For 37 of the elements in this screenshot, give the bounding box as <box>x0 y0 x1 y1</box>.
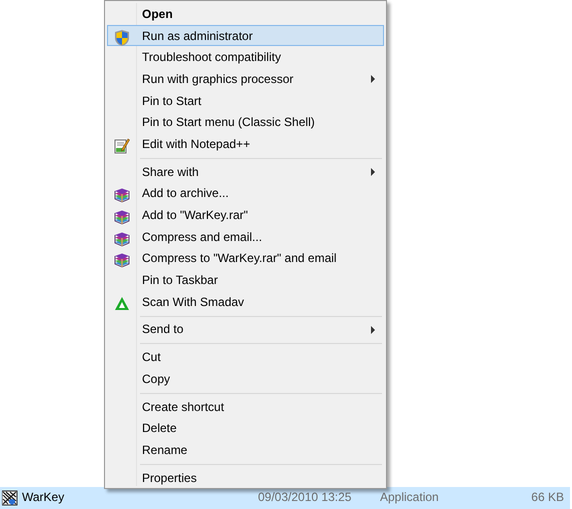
submenu-arrow-icon <box>371 326 375 334</box>
shield-icon <box>113 28 131 47</box>
books-icon <box>113 230 131 248</box>
menu-item[interactable]: Troubleshoot compatibility <box>107 46 384 68</box>
menu-item[interactable]: Share with <box>107 160 384 182</box>
menu-item[interactable]: Delete <box>107 417 384 440</box>
menu-item[interactable]: Pin to Taskbar <box>107 269 384 291</box>
menu-item[interactable]: Run with graphics processor <box>107 68 384 90</box>
menu-item[interactable]: Add to archive... <box>107 182 384 204</box>
menu-item[interactable]: Pin to Start <box>107 90 384 112</box>
submenu-arrow-icon <box>371 75 375 84</box>
application-icon <box>2 490 18 506</box>
menu-item[interactable]: Send to <box>107 318 384 340</box>
menu-item[interactable]: Rename <box>107 439 384 461</box>
file-date: 09/03/2010 13:25 <box>258 489 352 506</box>
file-name: WarKey <box>22 489 64 506</box>
menu-item[interactable]: Add to "WarKey.rar" <box>107 204 384 226</box>
menu-item[interactable]: Cut <box>107 346 384 368</box>
file-size: 66 KB <box>531 489 564 506</box>
menu-item[interactable]: Edit with Notepad++ <box>107 133 384 155</box>
menu-item[interactable]: Pin to Start menu (Classic Shell) <box>107 111 384 134</box>
menu-item[interactable]: Open <box>107 3 384 25</box>
file-type: Application <box>380 489 439 506</box>
file-row[interactable]: WarKey 09/03/2010 13:25 Application 66 KB <box>0 487 570 509</box>
submenu-arrow-icon <box>371 168 375 176</box>
books-icon <box>113 208 131 226</box>
menu-item[interactable]: Scan With Smadav <box>107 290 384 313</box>
menu-item[interactable]: Copy <box>107 368 384 390</box>
books-icon <box>113 186 131 204</box>
menu-item[interactable]: Run as administrator <box>107 24 384 46</box>
menu-item[interactable]: Properties <box>107 466 384 488</box>
notepad-icon <box>113 136 131 155</box>
books-icon <box>113 251 131 270</box>
menu-item[interactable]: Create shortcut <box>107 396 384 418</box>
menu-item[interactable]: Compress and email... <box>107 226 384 248</box>
menu-item[interactable]: Compress to "WarKey.rar" and email <box>107 248 384 270</box>
triangle-icon <box>113 294 131 313</box>
